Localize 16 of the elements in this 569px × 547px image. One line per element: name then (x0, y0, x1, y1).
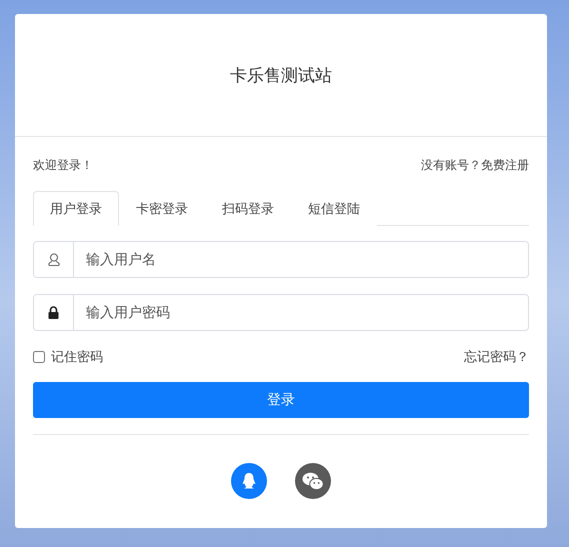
password-field[interactable]: 输入用户密码 (33, 294, 529, 331)
lock-icon (48, 306, 59, 319)
chat-bubbles-icon (302, 472, 324, 490)
username-field[interactable]: 输入用户名 (33, 241, 529, 278)
remember-checkbox[interactable] (33, 351, 45, 363)
login-tab[interactable]: 用户登录 (33, 191, 119, 226)
remember-label: 记住密码 (51, 349, 103, 366)
user-icon (48, 253, 60, 266)
register-link[interactable]: 没有账号？免费注册 (421, 157, 529, 174)
social-login-button[interactable] (295, 463, 331, 499)
penguin-icon (241, 472, 257, 490)
social-login-button[interactable] (231, 463, 267, 499)
site-title: 卡乐售测试站 (230, 64, 332, 86)
forgot-password-link[interactable]: 忘记密码？ (464, 348, 529, 366)
welcome-text: 欢迎登录！ (33, 157, 93, 174)
login-button[interactable]: 登录 (33, 382, 529, 418)
